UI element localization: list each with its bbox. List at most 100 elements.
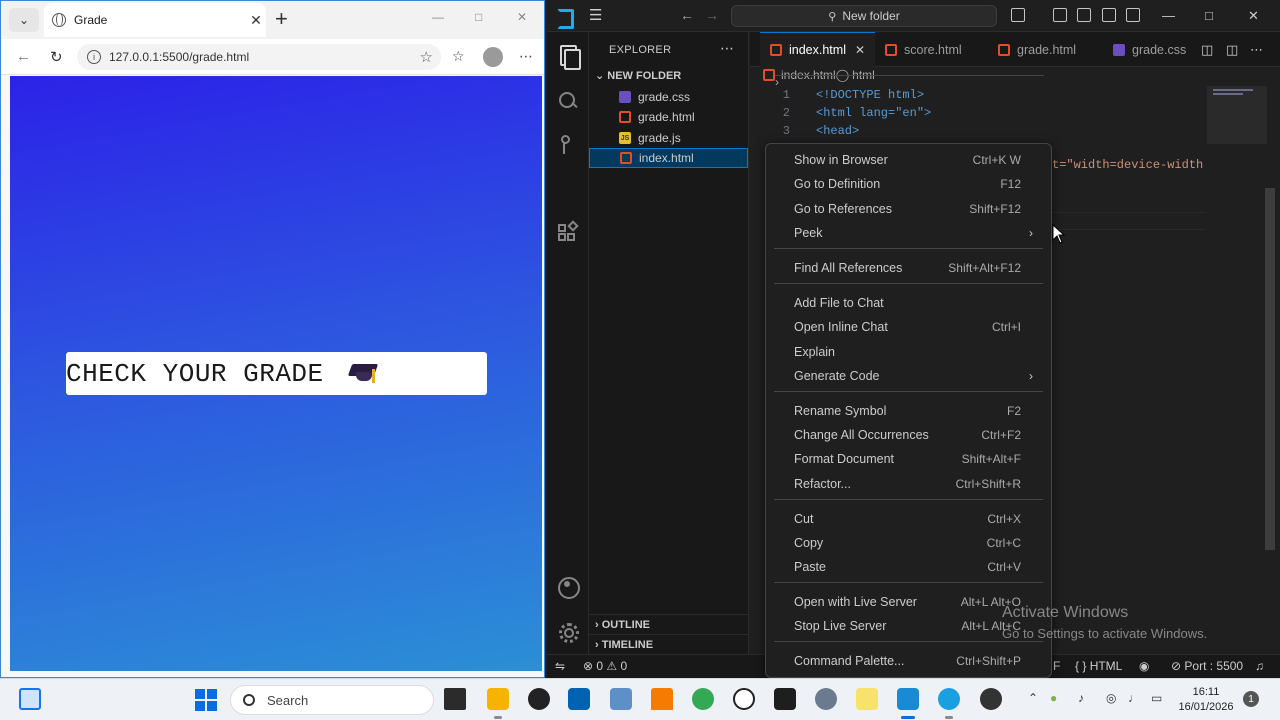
live-server-port[interactable]: ⊘ Port : 5500 xyxy=(1171,659,1243,673)
explorer-icon[interactable] xyxy=(556,43,581,70)
tab-index-html[interactable]: index.html ✕ xyxy=(760,32,875,67)
menu-item-open-inline-chat[interactable]: Open Inline Chat Ctrl+I xyxy=(770,315,1047,339)
network-globe-icon[interactable]: ◎ xyxy=(1106,691,1116,705)
tab-grade-css[interactable]: grade.css xyxy=(1103,32,1203,67)
taskbar-search[interactable]: Search xyxy=(230,685,434,715)
microsoft-store-icon[interactable] xyxy=(568,688,590,710)
tray-app-icon[interactable]: ● xyxy=(1050,691,1057,705)
url-text[interactable]: 127.0.0.1:5500/grade.html xyxy=(109,50,420,64)
chatgpt-icon[interactable] xyxy=(733,688,755,710)
timeline-section[interactable]: › TIMELINE xyxy=(589,634,748,654)
hamburger-menu-icon[interactable]: ☰ xyxy=(589,6,602,24)
notifications-bell-icon[interactable]: ♫ xyxy=(1255,659,1264,673)
close-window-button[interactable]: ✕ xyxy=(517,10,527,24)
menu-item-refactor[interactable]: Refactor... Ctrl+Shift+R xyxy=(770,472,1047,496)
toggle-panel-icon[interactable] xyxy=(1077,8,1091,22)
address-bar[interactable]: i 127.0.0.1:5500/grade.html ☆ xyxy=(77,44,441,70)
customize-layout-icon[interactable] xyxy=(1126,8,1140,22)
menu-item-go-to-references[interactable]: Go to References Shift+F12 xyxy=(770,197,1047,221)
account-icon[interactable] xyxy=(556,575,580,599)
taskbar-clock[interactable]: 16:11 16/01/2026 xyxy=(1176,685,1236,715)
new-tab-button[interactable]: + xyxy=(275,7,288,31)
menu-item-add-file-to-chat[interactable]: Add File to Chat xyxy=(770,291,1047,315)
profile-avatar[interactable] xyxy=(483,47,503,67)
favorites-icon[interactable]: ☆ xyxy=(452,48,465,65)
site-info-icon[interactable]: i xyxy=(87,50,101,64)
media-player-icon[interactable] xyxy=(528,688,550,710)
notepad-icon[interactable] xyxy=(856,688,878,710)
vscode-taskbar-icon[interactable] xyxy=(897,688,919,719)
maximize-button[interactable]: □ xyxy=(1205,8,1213,23)
menu-item-format-document[interactable]: Format Document Shift+Alt+F xyxy=(770,447,1047,471)
close-window-button[interactable]: ✕ xyxy=(1248,8,1259,24)
menu-item-generate-code[interactable]: Generate Code › xyxy=(770,364,1047,388)
command-center-search[interactable]: ⚲ New folder xyxy=(731,5,997,27)
minimize-button[interactable]: — xyxy=(432,10,444,24)
microphone-icon[interactable]: ♪ xyxy=(1078,691,1084,705)
vlc-icon[interactable] xyxy=(651,688,673,710)
chrome-icon[interactable] xyxy=(692,688,714,710)
file-item-grade-js[interactable]: JS grade.js xyxy=(589,128,748,148)
menu-item-cut[interactable]: Cut Ctrl+X xyxy=(770,507,1047,531)
file-item-grade-html[interactable]: grade.html xyxy=(589,107,748,127)
menu-item-peek[interactable]: Peek › xyxy=(770,221,1047,245)
tab-actions-chevron-icon[interactable]: ⌄ xyxy=(9,8,39,32)
back-arrow-icon[interactable]: ← xyxy=(680,7,694,23)
menu-item-rename-symbol[interactable]: Rename Symbol F2 xyxy=(770,399,1047,423)
language-mode[interactable]: { } HTML xyxy=(1075,659,1122,673)
menu-item-command-palette[interactable]: Command Palette... Ctrl+Shift+P xyxy=(770,649,1047,673)
menu-item-go-to-definition[interactable]: Go to Definition F12 xyxy=(770,172,1047,196)
toggle-secondary-sidebar-icon[interactable] xyxy=(1102,8,1116,22)
maximize-button[interactable]: □ xyxy=(475,10,482,24)
toggle-primary-sidebar-icon[interactable] xyxy=(1053,8,1067,22)
settings-icon[interactable] xyxy=(815,688,837,710)
code-line[interactable]: 1 <!DOCTYPE html> xyxy=(750,86,924,104)
photos-icon[interactable] xyxy=(610,688,632,710)
copilot-status-icon[interactable]: ◉ xyxy=(1139,659,1149,673)
more-actions-icon[interactable]: ⋯ xyxy=(1250,42,1263,58)
widgets-icon[interactable] xyxy=(19,688,41,710)
menu-item-copy[interactable]: Copy Ctrl+C xyxy=(770,531,1047,555)
file-item-grade-css[interactable]: grade.css xyxy=(589,87,748,107)
source-control-icon[interactable] xyxy=(556,133,580,157)
battery-icon[interactable]: ▭ xyxy=(1151,691,1162,705)
search-icon[interactable] xyxy=(556,89,580,113)
file-item-index-html[interactable]: index.html xyxy=(589,148,748,168)
speaker-muted-icon[interactable]: ♩ xyxy=(1128,691,1140,705)
recorder-icon[interactable] xyxy=(980,688,1002,710)
code-line[interactable]: 2 <html lang="en"> xyxy=(750,104,931,122)
terminal-icon[interactable] xyxy=(774,688,796,710)
menu-item-find-all-references[interactable]: Find All References Shift+Alt+F12 xyxy=(770,256,1047,280)
copilot-icon[interactable] xyxy=(1011,8,1025,22)
minimize-button[interactable]: — xyxy=(1162,8,1175,23)
forward-arrow-icon[interactable]: → xyxy=(705,7,719,23)
outline-section[interactable]: › OUTLINE xyxy=(589,614,748,634)
problems-status[interactable]: ⊗ 0 ⚠ 0 xyxy=(583,659,627,673)
task-view-icon[interactable] xyxy=(444,688,466,710)
start-button[interactable] xyxy=(195,689,217,711)
close-tab-icon[interactable]: ✕ xyxy=(855,43,865,57)
settings-gear-icon[interactable] xyxy=(556,620,580,644)
show-hidden-icons-chevron-icon[interactable]: ⌃ xyxy=(1028,691,1038,705)
file-explorer-icon[interactable] xyxy=(487,688,509,719)
editor-scrollbar[interactable] xyxy=(1265,188,1275,550)
more-options-icon[interactable]: ⋯ xyxy=(519,48,533,65)
menu-item-show-in-browser[interactable]: Show in Browser Ctrl+K W xyxy=(770,148,1047,172)
favorite-star-icon[interactable]: ☆ xyxy=(420,48,433,66)
menu-item-explain[interactable]: Explain xyxy=(770,340,1047,364)
tab-score-html[interactable]: score.html xyxy=(875,32,988,67)
notification-badge[interactable]: 1 xyxy=(1243,691,1259,707)
open-preview-icon[interactable]: ◫ xyxy=(1201,42,1213,58)
folder-header[interactable]: ⌄ NEW FOLDER xyxy=(595,69,681,82)
split-editor-icon[interactable]: ◫ xyxy=(1226,42,1238,58)
back-arrow-icon[interactable]: ← xyxy=(16,48,31,65)
menu-item-paste[interactable]: Paste Ctrl+V xyxy=(770,555,1047,579)
minimap[interactable] xyxy=(1207,86,1267,144)
extensions-icon[interactable] xyxy=(556,220,580,247)
browser-tab-grade[interactable]: Grade ✕ xyxy=(44,3,266,37)
refresh-icon[interactable]: ↻ xyxy=(50,48,63,66)
code-line[interactable]: 3 <head> xyxy=(750,122,859,140)
edge-icon[interactable] xyxy=(938,688,960,719)
remote-icon[interactable]: ⇋ xyxy=(555,659,565,673)
menu-item-change-all-occurrences[interactable]: Change All Occurrences Ctrl+F2 xyxy=(770,423,1047,447)
